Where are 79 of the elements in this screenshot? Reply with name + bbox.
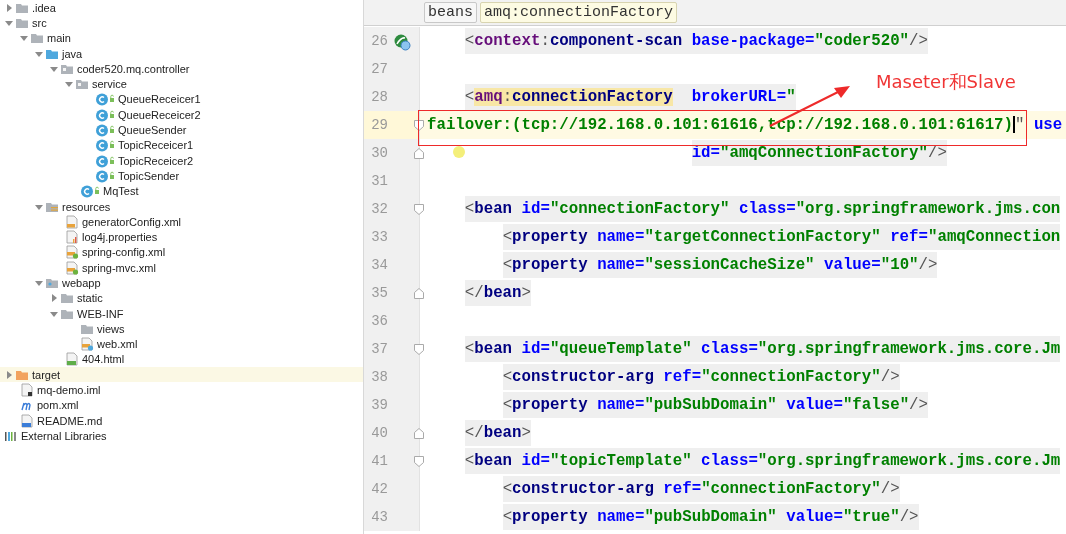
line-number: 40 — [370, 425, 388, 441]
tree-item[interactable]: log4j.properties — [82, 231, 158, 244]
line-number: 26 — [370, 33, 388, 49]
line-number: 34 — [370, 257, 388, 273]
breadcrumb[interactable]: amq:connectionFactory — [480, 2, 678, 23]
annotation-text: Maseter和Slave — [876, 70, 1016, 94]
tree-item[interactable]: service — [92, 78, 127, 91]
fold-marker-icon[interactable] — [414, 288, 424, 299]
tree-item[interactable]: generatorConfig.xml — [82, 215, 182, 228]
web-xml-icon — [80, 337, 94, 352]
xml-icon — [65, 214, 79, 229]
properties-icon — [65, 230, 79, 245]
fold-marker-icon[interactable] — [414, 148, 424, 159]
web-folder-icon — [45, 276, 59, 290]
tree-item[interactable]: src — [32, 16, 47, 29]
line-number: 39 — [370, 397, 388, 413]
breadcrumb[interactable]: beans — [424, 2, 477, 23]
html-icon — [65, 352, 79, 367]
package-icon — [75, 77, 89, 92]
class-icon — [95, 153, 115, 168]
tree-item[interactable]: QueueReceicer2 — [118, 108, 201, 121]
tree-item[interactable]: coder520.mq.controller — [77, 62, 190, 75]
line-number: 36 — [370, 313, 388, 329]
class-icon — [95, 123, 115, 137]
tree-item[interactable]: TopicReceicer1 — [118, 139, 194, 152]
line-number: 37 — [370, 341, 388, 357]
tree-item[interactable]: TopicReceicer2 — [118, 154, 194, 167]
fold-marker-icon[interactable] — [414, 456, 424, 467]
line-number: 42 — [370, 481, 388, 497]
class-icon — [95, 138, 115, 153]
code-line: failover:(tcp://192.168.0.101:61616,tcp://192.168.0.101:61617)" use — [426, 116, 1063, 134]
module-icon — [20, 383, 34, 398]
tree-item[interactable]: resources — [62, 200, 111, 213]
line-number: 43 — [370, 509, 388, 525]
fold-marker-icon[interactable] — [414, 204, 424, 215]
tree-item[interactable]: MqTest — [103, 185, 139, 198]
line-number: 33 — [370, 229, 388, 245]
tree-item[interactable]: mq-demo.iml — [37, 384, 101, 397]
tree-item[interactable]: QueueReceicer1 — [118, 93, 201, 106]
tree-item[interactable]: web.xml — [97, 338, 138, 351]
tree-item[interactable]: webapp — [62, 277, 101, 289]
bean-icon[interactable] — [393, 33, 411, 51]
tree-item[interactable]: External Libraries — [21, 429, 107, 442]
line-number: 30 — [370, 145, 388, 161]
fold-marker-icon[interactable] — [414, 344, 424, 355]
line-number: 35 — [370, 285, 388, 301]
tree-item[interactable]: QueueSender — [118, 124, 187, 136]
spring-xml-icon — [65, 260, 79, 275]
tree-item[interactable]: views — [97, 322, 125, 335]
tree-item[interactable]: spring-config.xml — [82, 246, 166, 259]
tree-item[interactable]: 404.html — [82, 353, 125, 366]
folder-icon — [60, 291, 74, 306]
tree-item[interactable]: spring-mvc.xml — [82, 261, 156, 274]
tree-item[interactable]: java — [62, 47, 83, 60]
class-icon — [95, 107, 115, 122]
tree-item[interactable]: README.md — [37, 414, 103, 427]
tree-item[interactable]: .idea — [32, 1, 56, 14]
tree-item[interactable]: static — [77, 292, 103, 305]
line-number: 38 — [370, 369, 388, 385]
markdown-icon — [20, 413, 34, 428]
folder-icon — [30, 31, 44, 46]
tree-item[interactable]: WEB-INF — [77, 307, 124, 320]
class-icon — [95, 92, 115, 107]
line-number: 41 — [370, 453, 388, 469]
fold-marker-icon[interactable] — [414, 428, 424, 439]
spring-xml-icon — [65, 245, 79, 260]
fold-marker-icon[interactable] — [414, 120, 424, 131]
line-number: 31 — [370, 173, 388, 189]
line-number: 28 — [370, 89, 388, 105]
lightbulb-icon[interactable] — [452, 145, 466, 159]
line-number: 27 — [370, 61, 388, 77]
class-icon — [80, 184, 100, 199]
tree-item[interactable]: target — [32, 368, 61, 381]
tree-item[interactable]: main — [47, 32, 71, 45]
line-number: 29 — [370, 117, 388, 133]
tree-item[interactable]: TopicSender — [118, 169, 180, 182]
class-icon — [95, 168, 115, 183]
line-number: 32 — [370, 201, 388, 217]
tree-item[interactable]: pom.xml — [37, 399, 79, 412]
